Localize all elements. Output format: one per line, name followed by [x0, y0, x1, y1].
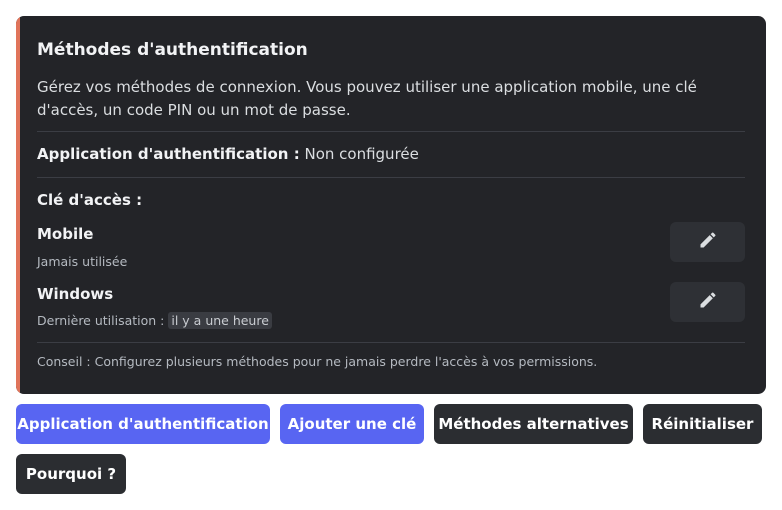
- reset-button[interactable]: Réinitialiser: [643, 404, 762, 444]
- passkey-last-used: Jamais utilisée: [37, 254, 127, 269]
- auth-methods-card: Méthodes d'authentification Gérez vos mé…: [16, 16, 766, 394]
- tip-text: Conseil : Configurez plusieurs méthodes …: [37, 354, 598, 369]
- authenticator-label: Application d'authentification :: [37, 145, 300, 163]
- passkey-last-used: Dernière utilisation : il y a une heure: [37, 312, 272, 329]
- pencil-icon: [698, 290, 718, 314]
- card-description: Gérez vos méthodes de connexion. Vous po…: [37, 78, 697, 119]
- pencil-icon: [698, 230, 718, 254]
- edit-passkey-button[interactable]: [670, 282, 745, 322]
- last-used-chip: il y a une heure: [168, 312, 272, 329]
- passkeys-label: Clé d'accès :: [37, 191, 143, 209]
- passkey-name: Windows: [37, 285, 114, 303]
- edit-passkey-button[interactable]: [670, 222, 745, 262]
- passkey-name: Mobile: [37, 225, 94, 243]
- why-button[interactable]: Pourquoi ?: [16, 454, 126, 494]
- card-title: Méthodes d'authentification: [37, 40, 308, 60]
- passkey-last-used-text: Jamais utilisée: [37, 254, 128, 269]
- authenticator-status: Non configurée: [304, 145, 419, 163]
- divider: [37, 342, 745, 343]
- alternative-methods-button[interactable]: Méthodes alternatives: [434, 404, 633, 444]
- authenticator-app-button[interactable]: Application d'authentification: [16, 404, 270, 444]
- divider: [37, 177, 745, 178]
- passkey-last-used-text: Dernière utilisation :: [37, 313, 165, 328]
- authenticator-status-row: Application d'authentification : Non con…: [37, 145, 419, 163]
- add-key-button[interactable]: Ajouter une clé: [280, 404, 424, 444]
- divider: [37, 131, 745, 132]
- card-accent-bar: [16, 16, 20, 394]
